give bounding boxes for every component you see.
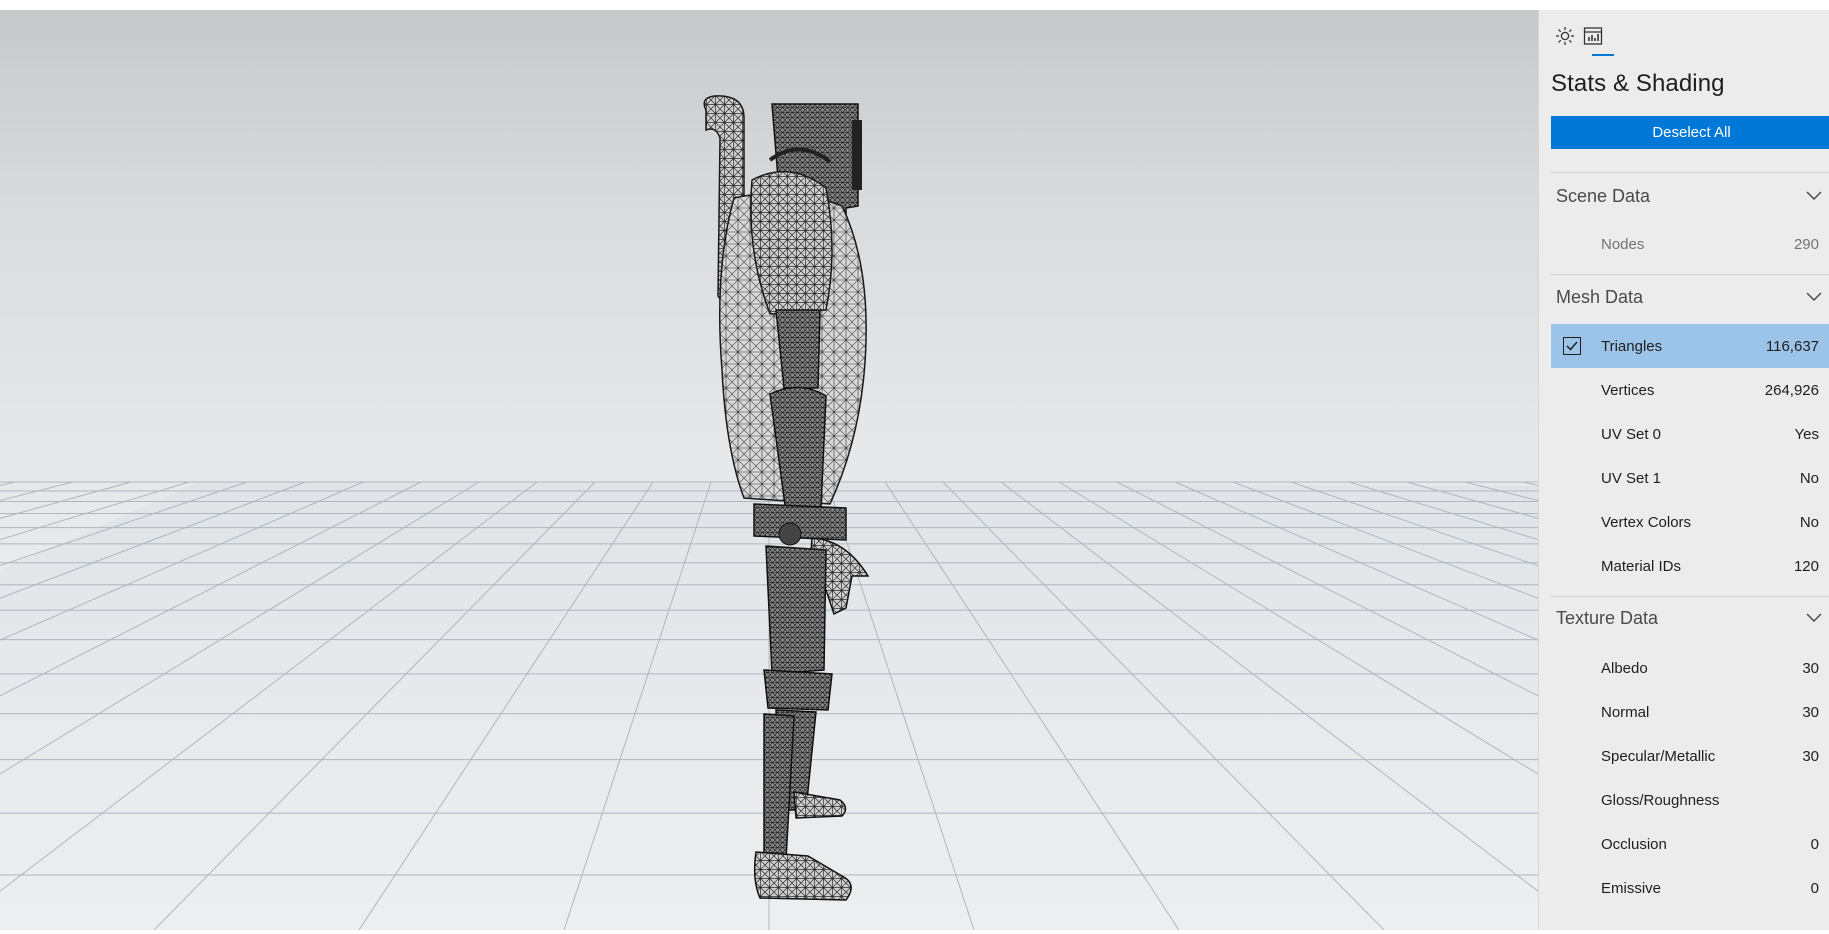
section-title: Mesh Data xyxy=(1556,286,1644,307)
row-vertex-colors[interactable]: Vertex Colors No xyxy=(1551,506,1829,538)
3d-viewer-app: Stats & Shading Deselect All Scene Data … xyxy=(0,10,1829,930)
row-material-ids[interactable]: Material IDs 120 xyxy=(1551,550,1829,582)
chevron-down-icon xyxy=(1806,191,1822,200)
section-title: Scene Data xyxy=(1556,185,1651,206)
scene-data-header[interactable]: Scene Data xyxy=(1556,181,1829,211)
stats-icon xyxy=(1583,27,1603,45)
row-label: UV Set 1 xyxy=(1601,469,1662,487)
texture-data-header[interactable]: Texture Data xyxy=(1556,603,1829,633)
row-label: UV Set 0 xyxy=(1601,425,1662,443)
row-value: No xyxy=(1799,513,1819,531)
row-triangles[interactable]: Triangles 116,637 xyxy=(1551,324,1829,368)
row-label: Nodes xyxy=(1601,235,1645,253)
row-value: 0 xyxy=(1810,835,1819,853)
row-value: No xyxy=(1799,469,1819,487)
chevron-down-icon xyxy=(1806,613,1822,622)
panel-title: Stats & Shading xyxy=(1551,70,1725,97)
row-label: Material IDs xyxy=(1601,557,1682,575)
sun-icon xyxy=(1556,27,1574,45)
lighting-tab[interactable] xyxy=(1551,22,1579,50)
row-label: Specular/Metallic xyxy=(1601,747,1716,765)
row-label: Vertex Colors xyxy=(1601,513,1692,531)
row-gloss-roughness[interactable]: Gloss/Roughness xyxy=(1551,784,1829,816)
row-label: Emissive xyxy=(1601,879,1662,897)
triangles-checkbox[interactable] xyxy=(1563,337,1581,355)
row-label: Occlusion xyxy=(1601,835,1667,853)
row-vertices[interactable]: Vertices 264,926 xyxy=(1551,374,1829,406)
active-tab-indicator xyxy=(1592,54,1614,56)
row-label: Vertices xyxy=(1601,381,1655,399)
row-emissive[interactable]: Emissive 0 xyxy=(1551,872,1829,904)
row-value: 30 xyxy=(1802,747,1819,765)
row-albedo[interactable]: Albedo 30 xyxy=(1551,652,1829,684)
stats-shading-panel: Stats & Shading Deselect All Scene Data … xyxy=(1538,10,1829,930)
section-title: Texture Data xyxy=(1556,607,1659,628)
mesh-data-header[interactable]: Mesh Data xyxy=(1556,282,1829,312)
row-value: Yes xyxy=(1794,425,1819,443)
row-value: 30 xyxy=(1802,703,1819,721)
row-label: Albedo xyxy=(1601,659,1648,677)
row-nodes[interactable]: Nodes 290 xyxy=(1551,228,1829,260)
row-value: 116,637 xyxy=(1765,337,1819,355)
row-label: Gloss/Roughness xyxy=(1601,791,1720,809)
row-label: Triangles xyxy=(1601,337,1663,355)
row-value: 0 xyxy=(1810,879,1819,897)
stats-tab[interactable] xyxy=(1579,22,1607,50)
row-value: 30 xyxy=(1802,659,1819,677)
3d-viewport[interactable] xyxy=(0,10,1538,930)
deselect-all-button[interactable]: Deselect All xyxy=(1551,116,1829,149)
checkmark-icon xyxy=(1566,341,1578,351)
row-label: Normal xyxy=(1601,703,1650,721)
chevron-down-icon xyxy=(1806,292,1822,301)
viewport-scene xyxy=(0,95,1538,930)
row-occlusion[interactable]: Occlusion 0 xyxy=(1551,828,1829,860)
window-bottom-edge xyxy=(0,930,1829,934)
row-value: 264,926 xyxy=(1764,381,1819,399)
row-uv-set-1[interactable]: UV Set 1 No xyxy=(1551,462,1829,494)
divider xyxy=(1551,596,1829,597)
row-normal[interactable]: Normal 30 xyxy=(1551,696,1829,728)
divider xyxy=(1551,274,1829,275)
divider xyxy=(1551,172,1829,173)
row-uv-set-0[interactable]: UV Set 0 Yes xyxy=(1551,418,1829,450)
row-value: 290 xyxy=(1793,235,1819,253)
row-value: 120 xyxy=(1793,557,1819,575)
row-specular-metallic[interactable]: Specular/Metallic 30 xyxy=(1551,740,1829,772)
